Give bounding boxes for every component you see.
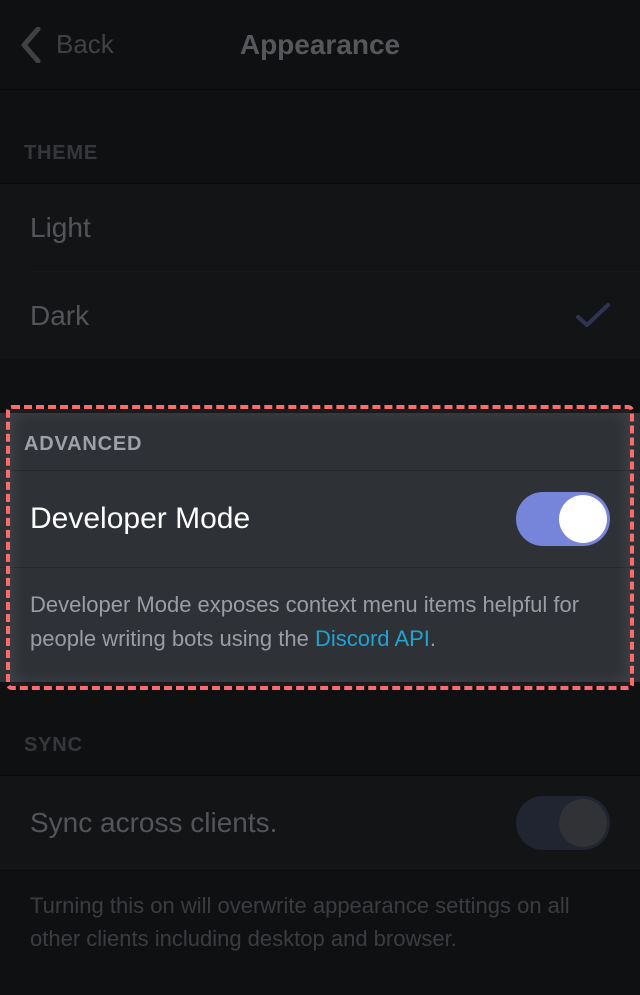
developer-mode-description: Developer Mode exposes context menu item… [0,568,640,682]
sync-description: Turning this on will overwrite appearanc… [0,871,640,979]
theme-option-dark[interactable]: Dark [30,271,640,359]
section-header-theme: THEME [0,90,640,183]
developer-mode-label: Developer Mode [30,502,250,536]
back-label: Back [56,29,114,60]
sync-toggle[interactable] [516,796,610,850]
toggle-knob [559,495,607,543]
check-icon [576,303,610,329]
developer-mode-toggle[interactable] [516,492,610,546]
sync-row-label: Sync across clients. [30,807,277,839]
sync-across-clients-row[interactable]: Sync across clients. [0,775,640,871]
theme-option-label: Light [30,212,610,244]
section-header-advanced: ADVANCED [0,413,640,470]
sync-section: SYNC Sync across clients. Turning this o… [0,682,640,979]
back-button[interactable]: Back [20,27,114,63]
toggle-knob [559,799,607,847]
theme-option-light[interactable]: Light [0,183,640,271]
developer-mode-row[interactable]: Developer Mode [0,470,640,568]
desc-text-suffix: . [430,626,436,651]
theme-options-group: Light Dark [0,183,640,359]
advanced-section: ADVANCED Developer Mode Developer Mode e… [0,413,640,682]
chevron-left-icon [20,27,42,63]
section-header-sync: SYNC [0,682,640,775]
theme-section: THEME Light Dark [0,90,640,359]
desc-text-prefix: Developer Mode exposes context menu item… [30,592,579,651]
header: Back Appearance [0,0,640,90]
theme-option-label: Dark [30,300,576,332]
discord-api-link[interactable]: Discord API [315,626,430,651]
